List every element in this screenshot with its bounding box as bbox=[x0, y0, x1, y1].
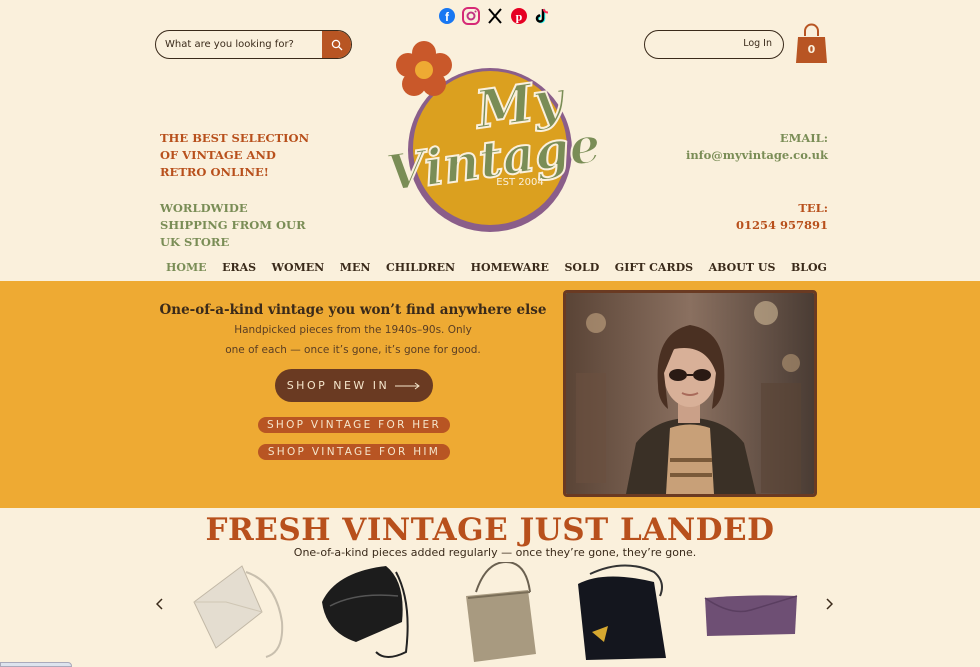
social-icons: f p bbox=[438, 7, 552, 25]
hero-subtext-1: Handpicked pieces from the 1940s–90s. On… bbox=[234, 324, 472, 336]
tiktok-icon[interactable] bbox=[534, 7, 552, 25]
product-carousel bbox=[186, 560, 806, 667]
nav-blog[interactable]: BLOG bbox=[785, 259, 833, 276]
hero-photo bbox=[563, 290, 817, 497]
hero-heading: One-of-a-kind vintage you won’t find any… bbox=[159, 302, 547, 318]
site-logo[interactable]: My Vintage EST 2004 bbox=[372, 38, 616, 234]
nav-men[interactable]: MEN bbox=[334, 259, 377, 276]
cart-button[interactable]: 0 bbox=[795, 23, 828, 65]
carousel-prev-button[interactable] bbox=[155, 598, 164, 614]
product-item[interactable] bbox=[456, 560, 546, 667]
contact-email: EMAIL: info@myvintage.co.uk bbox=[686, 130, 828, 164]
chevron-right-icon bbox=[826, 598, 834, 610]
tel-label: TEL: bbox=[798, 201, 828, 215]
hero-subtext-2: one of each — once it’s gone, it’s gone … bbox=[225, 344, 481, 356]
contact-tel: TEL: 01254 957891 bbox=[736, 200, 828, 234]
tagline-selection: THE BEST SELECTION OF VINTAGE AND RETRO … bbox=[160, 131, 310, 179]
nav-women[interactable]: WOMEN bbox=[266, 259, 331, 276]
product-item[interactable] bbox=[701, 592, 801, 642]
shop-for-her-button[interactable]: SHOP VINTAGE FOR HER bbox=[258, 417, 450, 433]
corner-widget[interactable] bbox=[0, 662, 72, 667]
nav-sold[interactable]: SOLD bbox=[558, 259, 605, 276]
logo-est: EST 2004 bbox=[496, 177, 543, 188]
facebook-icon[interactable]: f bbox=[438, 7, 456, 25]
nav-about-us[interactable]: ABOUT US bbox=[703, 259, 782, 276]
hero-banner: One-of-a-kind vintage you won’t find any… bbox=[0, 281, 980, 508]
instagram-icon[interactable] bbox=[462, 7, 480, 25]
nav-home[interactable]: HOME bbox=[160, 259, 213, 276]
search-button[interactable] bbox=[322, 31, 351, 58]
pinterest-icon[interactable]: p bbox=[510, 7, 528, 25]
svg-text:p: p bbox=[516, 10, 523, 24]
fresh-subtitle: One-of-a-kind pieces added regularly — o… bbox=[293, 546, 697, 559]
arrow-right-icon bbox=[395, 382, 421, 389]
nav-gift-cards[interactable]: GIFT CARDS bbox=[609, 259, 699, 276]
chevron-left-icon bbox=[155, 598, 163, 610]
search-bar bbox=[155, 30, 352, 59]
search-icon bbox=[331, 39, 342, 50]
nav-homeware[interactable]: HOMEWARE bbox=[465, 259, 555, 276]
fresh-heading: FRESH VINTAGE JUST LANDED bbox=[205, 512, 775, 548]
email-label: EMAIL: bbox=[779, 131, 828, 145]
main-nav: HOME ERAS WOMEN MEN CHILDREN HOMEWARE SO… bbox=[160, 259, 833, 276]
nav-children[interactable]: CHILDREN bbox=[380, 259, 461, 276]
nav-eras[interactable]: ERAS bbox=[216, 259, 262, 276]
x-icon[interactable] bbox=[486, 7, 504, 25]
search-input[interactable] bbox=[156, 31, 321, 58]
shop-new-in-button[interactable]: SHOP NEW IN bbox=[275, 369, 433, 402]
shop-for-him-button[interactable]: SHOP VINTAGE FOR HIM bbox=[258, 444, 450, 460]
email-link[interactable]: info@myvintage.co.uk bbox=[686, 147, 828, 164]
cart-count: 0 bbox=[807, 43, 816, 56]
product-item[interactable] bbox=[574, 562, 674, 667]
product-item[interactable] bbox=[186, 562, 286, 667]
carousel-next-button[interactable] bbox=[825, 598, 834, 614]
tel-link[interactable]: 01254 957891 bbox=[736, 217, 828, 234]
tagline-shipping: WORLDWIDE SHIPPING FROM OUR UK STORE bbox=[160, 201, 306, 249]
shop-new-in-label: SHOP NEW IN bbox=[286, 379, 390, 392]
product-item[interactable] bbox=[316, 562, 416, 667]
login-button[interactable]: Log In bbox=[644, 30, 784, 59]
